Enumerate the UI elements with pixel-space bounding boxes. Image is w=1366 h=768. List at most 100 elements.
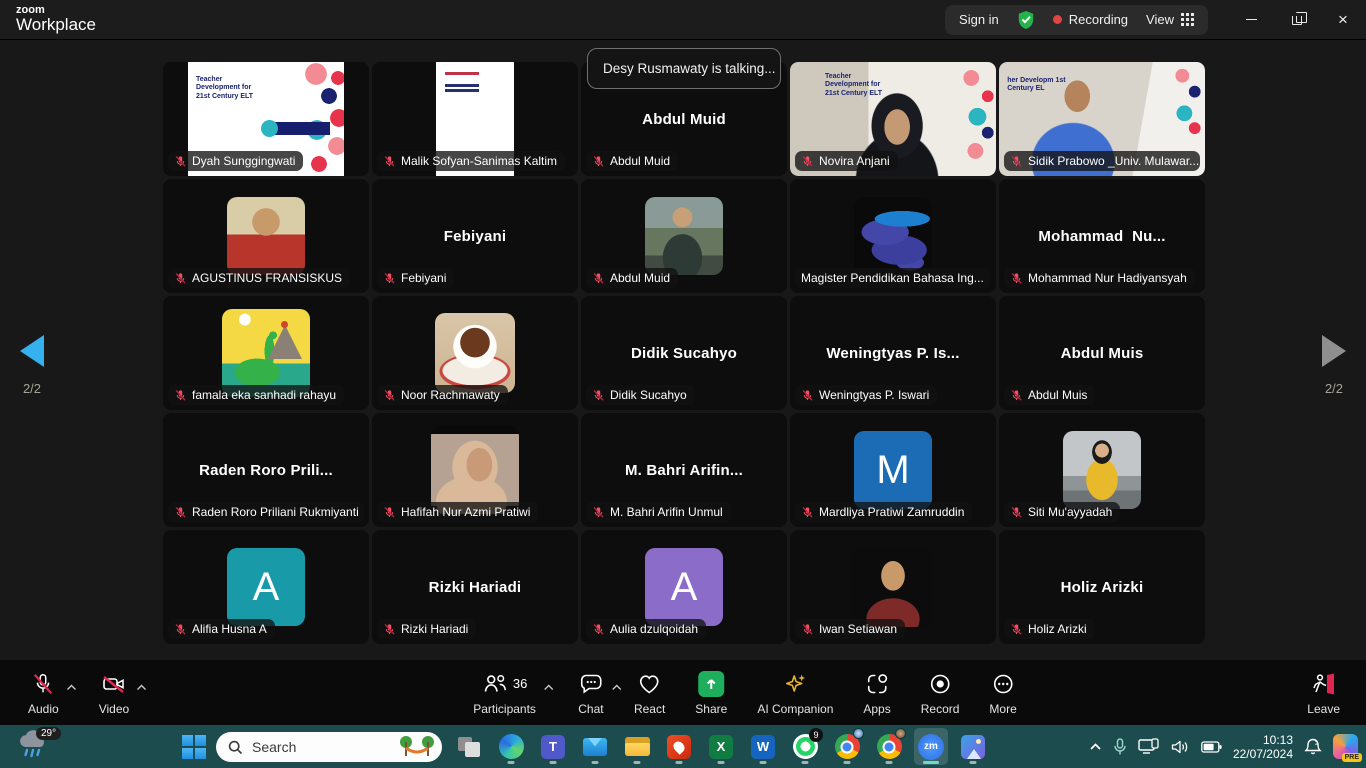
participant-tile[interactable]: Abdul Muis Abdul Muis [999,296,1205,410]
participant-tile[interactable]: famala eka sanhadi rahayu [163,296,369,410]
participant-tile[interactable]: Teacher Development for 21st Century ELT… [790,62,996,176]
taskbar-pdf-reader-icon[interactable] [662,728,696,765]
participant-name-tag: Aulia dzulqoidah [586,619,706,639]
participant-tile[interactable]: Holiz Arizki Holiz Arizki [999,530,1205,644]
participant-tile[interactable]: Rizki Hariadi Rizki Hariadi [372,530,578,644]
participant-name-text: Mardliya Pratiwi Zamruddin [819,505,964,519]
participant-tile[interactable]: A Aulia dzulqoidah [581,530,787,644]
taskbar-zoom-icon[interactable]: zm [914,728,948,765]
muted-mic-icon [383,389,396,402]
chat-label: Chat [578,702,603,716]
video-label: Video [99,702,129,716]
video-button[interactable]: Video [99,670,129,716]
participant-name-text: Siti Mu'ayyadah [1028,505,1112,519]
tray-display-cast-icon[interactable] [1138,738,1160,755]
participant-tile[interactable]: Raden Roro Prili... Raden Roro Priliani … [163,413,369,527]
audio-button[interactable]: Audio [28,670,59,716]
running-indicator [592,761,599,764]
tray-date: 22/07/2024 [1233,747,1293,761]
taskbar-word-icon[interactable]: W [746,728,780,765]
notifications-bell-icon[interactable]: z [1304,737,1322,756]
participant-display-name: Abdul Muis [1061,345,1144,362]
video-options-caret[interactable] [136,678,147,696]
hidden-icons-chevron[interactable] [1089,742,1102,751]
participant-tile[interactable]: Febiyani Febiyani [372,179,578,293]
participant-name-tag: Abdul Muid [586,151,678,171]
participant-tile[interactable]: Noor Rachmawaty [372,296,578,410]
ai-companion-button[interactable]: AI Companion [757,670,833,716]
participants-options-caret[interactable] [543,678,554,696]
audio-label: Audio [28,702,59,716]
participant-tile[interactable]: Malik Sofyan-Sanimas Kaltim [372,62,578,176]
participant-tile[interactable]: Didik Sucahyo Didik Sucahyo [581,296,787,410]
taskbar-edge-icon[interactable] [494,728,528,765]
more-button[interactable]: More [989,670,1016,716]
meeting-status-pill: Sign in Recording View [945,5,1208,35]
participants-button[interactable]: 36 Participants [473,670,536,716]
participant-tile[interactable]: Teacher Development for 21st Century ELT… [163,62,369,176]
view-button[interactable]: View [1146,12,1194,27]
apps-button[interactable]: Apps [863,670,890,716]
restore-button[interactable] [1274,0,1320,40]
participant-tile[interactable]: Magister Pendidikan Bahasa Ing... [790,179,996,293]
copilot-icon[interactable]: PRE [1333,734,1358,759]
participant-tile[interactable]: Abdul Muid [581,179,787,293]
participant-tile[interactable]: Mohammad Nu... Mohammad Nur Hadiyansyah [999,179,1205,293]
audio-options-caret[interactable] [66,678,77,696]
previous-page-control: 2/2 [2,335,62,396]
muted-mic-icon [174,623,187,636]
participant-tile[interactable]: M Mardliya Pratiwi Zamruddin [790,413,996,527]
participant-tile[interactable]: AGUSTINUS FRANSISKUS [163,179,369,293]
close-button[interactable]: × [1320,0,1366,40]
previous-page-arrow-icon[interactable] [20,335,44,367]
sign-in-button[interactable]: Sign in [959,12,999,27]
participant-avatar [435,313,515,393]
taskbar-search[interactable]: Search [216,732,442,762]
chat-options-caret[interactable] [611,678,622,696]
participant-tile[interactable]: Iwan Setiawan [790,530,996,644]
tray-microphone-icon[interactable] [1113,738,1127,756]
tray-clock[interactable]: 10:13 22/07/2024 [1233,733,1293,761]
participant-tile[interactable]: Hafifah Nur Azmi Pratiwi [372,413,578,527]
ai-companion-sparkle-icon [782,671,808,697]
participant-name-tag: Siti Mu'ayyadah [1004,502,1120,522]
taskbar-chrome-profile-2-icon[interactable] [872,728,906,765]
taskbar-chrome-profile-1-icon[interactable] [830,728,864,765]
taskbar-whatsapp-icon[interactable]: 9 [788,728,822,765]
recording-dot-icon [1053,15,1062,24]
participant-tile[interactable]: Weningtyas P. Is... Weningtyas P. Iswari [790,296,996,410]
running-indicator [802,761,809,764]
taskbar-photos-icon[interactable] [956,728,990,765]
share-button[interactable]: Share [695,670,727,716]
tray-volume-icon[interactable] [1171,739,1190,755]
participant-tile[interactable]: Siti Mu'ayyadah [999,413,1205,527]
participant-avatar [645,197,723,275]
react-button[interactable]: React [634,670,665,716]
participant-display-name: Holiz Arizki [1061,579,1144,596]
participant-tile[interactable]: M. Bahri Arifin... M. Bahri Arifin Unmul [581,413,787,527]
next-page-arrow-icon[interactable] [1322,335,1346,367]
more-icon [990,671,1016,697]
security-shield-icon[interactable] [1017,10,1035,30]
taskbar-excel-icon[interactable]: X [704,728,738,765]
participant-avatar [854,197,932,275]
taskbar-weather-widget[interactable]: 29° [16,730,56,764]
start-button[interactable] [180,733,207,760]
taskbar-task-view-icon[interactable] [452,728,486,765]
record-button[interactable]: Record [921,670,960,716]
participant-name-text: AGUSTINUS FRANSISKUS [192,271,342,285]
taskbar-teams-icon[interactable]: T [536,728,570,765]
participants-count: 36 [513,676,527,691]
svg-text:z: z [1315,741,1318,747]
minimize-button[interactable] [1228,0,1274,40]
participant-name-text: Holiz Arizki [1028,622,1087,636]
chat-button[interactable]: Chat [578,670,604,716]
participant-tile[interactable]: her Developm 1st Century EL Sidik Prabow… [999,62,1205,176]
taskbar-file-explorer-icon[interactable] [620,728,654,765]
react-label: React [634,702,665,716]
leave-button[interactable]: Leave [1307,670,1340,716]
recording-indicator[interactable]: Recording [1053,12,1128,27]
participant-tile[interactable]: A Alifia Husna A [163,530,369,644]
taskbar-mail-icon[interactable] [578,728,612,765]
tray-battery-icon[interactable] [1201,741,1222,753]
